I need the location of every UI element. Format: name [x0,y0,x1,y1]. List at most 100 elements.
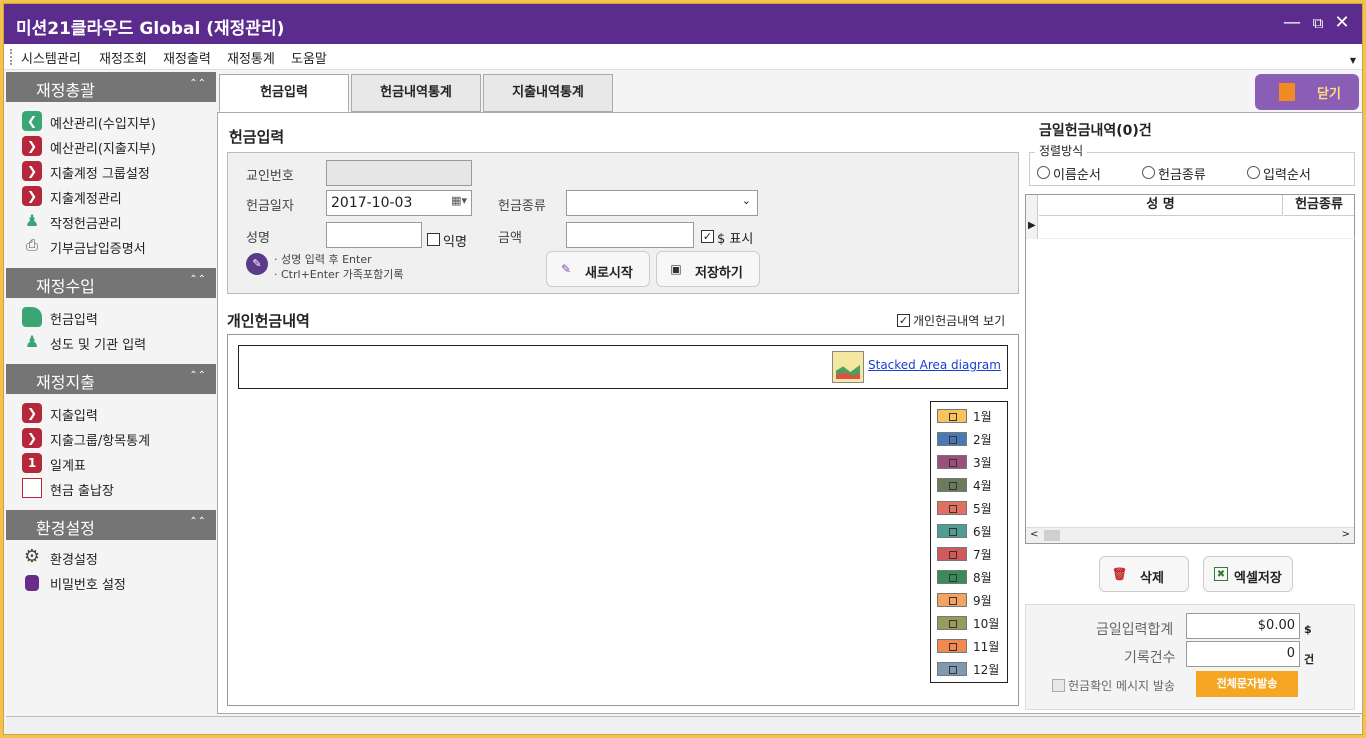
sidebar-section-overview[interactable]: 재정총괄 ⌃⌃ [6,72,216,102]
legend-label: 1월 [973,410,992,424]
hint-ctrl-enter: · Ctrl+Enter 가족포함기록 [274,268,404,281]
save-icon: ▣ [670,262,682,276]
amount-label: 금액 [498,231,522,246]
save-label: 저장하기 [695,266,743,281]
menu-print[interactable]: 재정출력 [163,48,211,67]
legend-item: 11월 [937,636,1007,656]
member-no-field[interactable] [326,160,472,186]
minimize-icon[interactable]: — [1280,12,1304,36]
main-content: 헌금입력 헌금내역통계 지출내역통계 닫기 헌금입력 교인번호 헌금일자 201… [217,72,1363,714]
row-header-column [1026,195,1038,239]
sort-by-name-radio[interactable] [1037,166,1050,179]
legend-label: 11월 [973,640,1000,654]
sort-by-name-label: 이름순서 [1053,168,1101,183]
tab-expense-stats[interactable]: 지출내역통계 [483,74,613,112]
new-start-button[interactable]: ✎ 새로시작 [546,251,650,287]
anonymous-checkbox[interactable] [427,233,440,246]
count-field: 0 [1186,641,1300,667]
show-personal-checkbox[interactable]: ✓ [897,314,910,327]
stacked-area-link[interactable]: Stacked Area diagram [868,358,1001,372]
legend-swatch [937,478,967,492]
close-button[interactable]: 닫기 [1255,74,1359,110]
chevron-left-icon: ❮ [22,111,42,131]
scroll-right-icon[interactable]: > [1342,529,1350,540]
horizontal-scrollbar[interactable]: < > [1026,527,1354,543]
amount-field[interactable] [566,222,694,248]
count-unit: 건 [1304,653,1315,666]
menu-query[interactable]: 재정조회 [99,48,147,67]
name-field[interactable] [326,222,422,248]
lock-icon [25,575,39,591]
sidebar-item-label: 기부금납입증명서 [50,242,146,257]
total-label: 금일입력합계 [1096,622,1174,638]
legend-item: 6월 [937,521,1007,541]
sort-by-input-label: 입력순서 [1263,168,1311,183]
excel-save-label: 엑셀저장 [1234,571,1282,586]
member-no-label: 교인번호 [246,169,294,184]
calendar-dropdown-icon[interactable]: ▦▾ [451,194,467,207]
sidebar-section-income[interactable]: 재정수입 ⌃⌃ [6,268,216,298]
person-card-icon: ♟ [24,332,40,351]
legend-swatch [937,662,967,676]
scroll-thumb[interactable] [1044,530,1060,541]
sidebar-item-label: 작정헌금관리 [50,217,122,232]
dollar-checkbox[interactable]: ✓ [701,230,714,243]
sort-by-input-radio[interactable] [1247,166,1260,179]
sidebar-item-label: 지출계정관리 [50,192,122,207]
gear-icon: ⚙ [23,546,41,567]
delete-button[interactable]: 🗑 삭제 [1099,556,1189,592]
person-icon: ♟ [24,211,40,230]
restore-icon[interactable]: ⧉ [1306,12,1330,36]
excel-save-button[interactable]: ✖ 엑셀저장 [1203,556,1293,592]
offering-type-select[interactable]: ⌄ [566,190,758,216]
table-row[interactable] [1039,217,1355,239]
menu-system[interactable]: 시스템관리 [21,48,81,67]
tab-offering-stats[interactable]: 헌금내역통계 [351,74,481,112]
column-header-name[interactable]: 성 명 [1039,195,1283,216]
legend-item: 12월 [937,659,1007,679]
chevron-down-icon[interactable]: ⌄ [742,194,751,207]
window-title: 미션21클라우드 Global (재정관리) [16,19,285,39]
collapse-icon[interactable]: ⌃⌃ [189,78,206,89]
sidebar-item-label: 지출계정 그룹설정 [50,167,150,182]
sort-by-type-radio[interactable] [1142,166,1155,179]
section-title: 재정총괄 [36,81,95,100]
section-title: 재정수입 [36,277,95,296]
menu-help[interactable]: 도움말 [291,48,327,67]
collapse-icon[interactable]: ⌃⌃ [189,274,206,285]
search-chevron-icon: ❯ [22,428,42,448]
save-button[interactable]: ▣ 저장하기 [656,251,760,287]
sidebar-item-label: 예산관리(지출지부) [50,142,156,157]
total-unit: $ [1304,623,1312,636]
legend-item: 1월 [937,406,1007,426]
today-title: 금일헌금내역(0)건 [1039,123,1152,139]
column-header-type[interactable]: 헌금종류 [1284,195,1354,216]
sidebar-item-label: 지출그룹/항목통계 [50,434,151,449]
legend-swatch [937,616,967,630]
sms-label: 헌금확인 메시지 발송 [1068,679,1175,693]
legend-item: 3월 [937,452,1007,472]
sidebar-section-expense[interactable]: 재정지출 ⌃⌃ [6,364,216,394]
today-panel: 금일헌금내역(0)건 정렬방식 이름순서 헌금종류 입력순서 성 명 헌금종류 … [1025,112,1361,712]
legend-swatch [937,593,967,607]
collapse-icon[interactable]: ⌃⌃ [189,516,206,527]
area-chart-icon[interactable] [832,351,864,383]
legend-item: 10월 [937,613,1007,633]
menu-overflow-icon[interactable]: ▼ [1350,56,1356,65]
total-field: $0.00 [1186,613,1300,639]
tab-offering-input[interactable]: 헌금입력 [219,74,349,112]
sort-by-type-label: 헌금종류 [1158,168,1206,183]
summary-box: 금일입력합계 $0.00 $ 기록건수 0 건 헌금확인 메시지 발송 전체문자… [1025,604,1355,710]
sidebar-section-settings[interactable]: 환경설정 ⌃⌃ [6,510,216,540]
sidebar: 재정총괄 ⌃⌃ ❮ 예산관리(수입지부) ❯ 예산관리(지출지부) ❯ 지출계정… [6,72,216,712]
close-window-icon[interactable]: ✕ [1330,12,1354,36]
legend-swatch [937,524,967,538]
send-all-sms-button[interactable]: 전체문자발송 [1196,671,1298,697]
sidebar-item-label: 일계표 [50,459,86,474]
sms-checkbox[interactable] [1052,679,1065,692]
section-title: 재정지출 [36,373,95,392]
collapse-icon[interactable]: ⌃⌃ [189,370,206,381]
menu-stats[interactable]: 재정통계 [227,48,275,67]
scroll-left-icon[interactable]: < [1030,529,1038,540]
date-field[interactable]: 2017-10-03 ▦▾ [326,190,472,216]
